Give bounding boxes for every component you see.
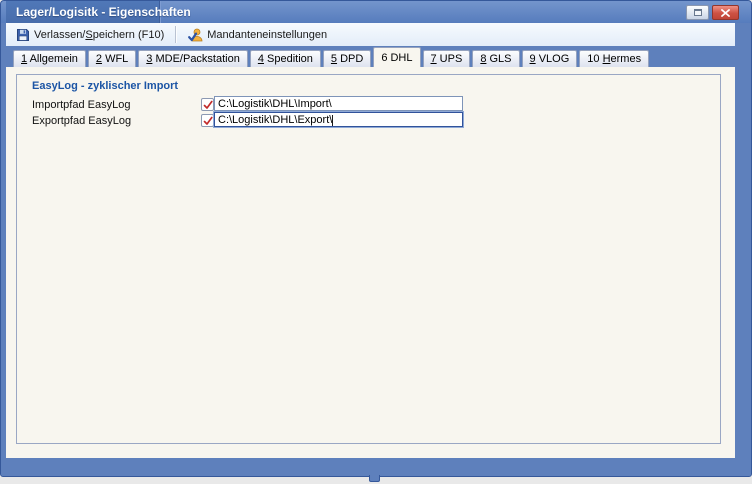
- importpfad-input[interactable]: [214, 96, 463, 111]
- restore-button[interactable]: [686, 5, 709, 20]
- save-exit-label: Verlassen/Speichern (F10): [34, 29, 164, 41]
- resize-grip[interactable]: [369, 475, 380, 482]
- tab-dhl[interactable]: 6 DHL: [373, 47, 420, 67]
- tab-wfl[interactable]: 2 WFL: [88, 50, 136, 67]
- text-caret: [332, 115, 333, 126]
- toolbar-separator: [175, 26, 177, 43]
- tab-spedition[interactable]: 4 Spedition: [250, 50, 321, 67]
- exportpfad-checkbox[interactable]: [201, 114, 214, 127]
- window-title: Lager/Logisitk - Eigenschaften: [16, 5, 191, 19]
- importpfad-checkbox[interactable]: [201, 98, 214, 111]
- close-icon: [721, 9, 730, 17]
- close-button[interactable]: [712, 5, 739, 20]
- properties-window: Lager/Logisitk - Eigenschaften: [0, 0, 752, 477]
- tab-ups[interactable]: 7 UPS: [423, 50, 471, 67]
- exportpfad-input[interactable]: [214, 112, 463, 127]
- client-settings-button[interactable]: Mandanteneinstellungen: [182, 25, 333, 45]
- client-settings-label: Mandanteneinstellungen: [207, 29, 327, 41]
- save-exit-button[interactable]: Verlassen/Speichern (F10): [10, 25, 170, 45]
- titlebar[interactable]: Lager/Logisitk - Eigenschaften: [1, 1, 751, 23]
- save-disk-icon: [16, 28, 30, 42]
- section-title: EasyLog - zyklischer Import: [32, 80, 178, 92]
- tab-dpd[interactable]: 5 DPD: [323, 50, 371, 67]
- tab-page-dhl: EasyLog - zyklischer Import Importpfad E…: [6, 67, 735, 458]
- user-check-icon: [188, 28, 203, 42]
- tab-strip: 1 Allgemein 2 WFL 3 MDE/Packstation 4 Sp…: [6, 46, 735, 67]
- importpfad-label: Importpfad EasyLog: [32, 99, 130, 111]
- tab-gls[interactable]: 8 GLS: [472, 50, 519, 67]
- tab-vlog[interactable]: 9 VLOG: [522, 50, 578, 67]
- titlebar-caption: Lager/Logisitk - Eigenschaften: [6, 1, 160, 23]
- toolbar: Verlassen/Speichern (F10) Mandanteneinst…: [6, 23, 735, 46]
- tab-hermes[interactable]: 10 Hermes: [579, 50, 649, 67]
- client-area: Verlassen/Speichern (F10) Mandanteneinst…: [6, 23, 735, 458]
- window-controls: [686, 5, 739, 20]
- tab-allgemein[interactable]: 1 Allgemein: [13, 50, 86, 67]
- checkmark-icon: [203, 116, 213, 126]
- restore-window-icon: [694, 9, 702, 16]
- exportpfad-label: Exportpfad EasyLog: [32, 115, 131, 127]
- tab-mde-packstation[interactable]: 3 MDE/Packstation: [138, 50, 248, 67]
- checkmark-icon: [203, 100, 213, 110]
- easylog-groupbox: EasyLog - zyklischer Import Importpfad E…: [16, 74, 721, 444]
